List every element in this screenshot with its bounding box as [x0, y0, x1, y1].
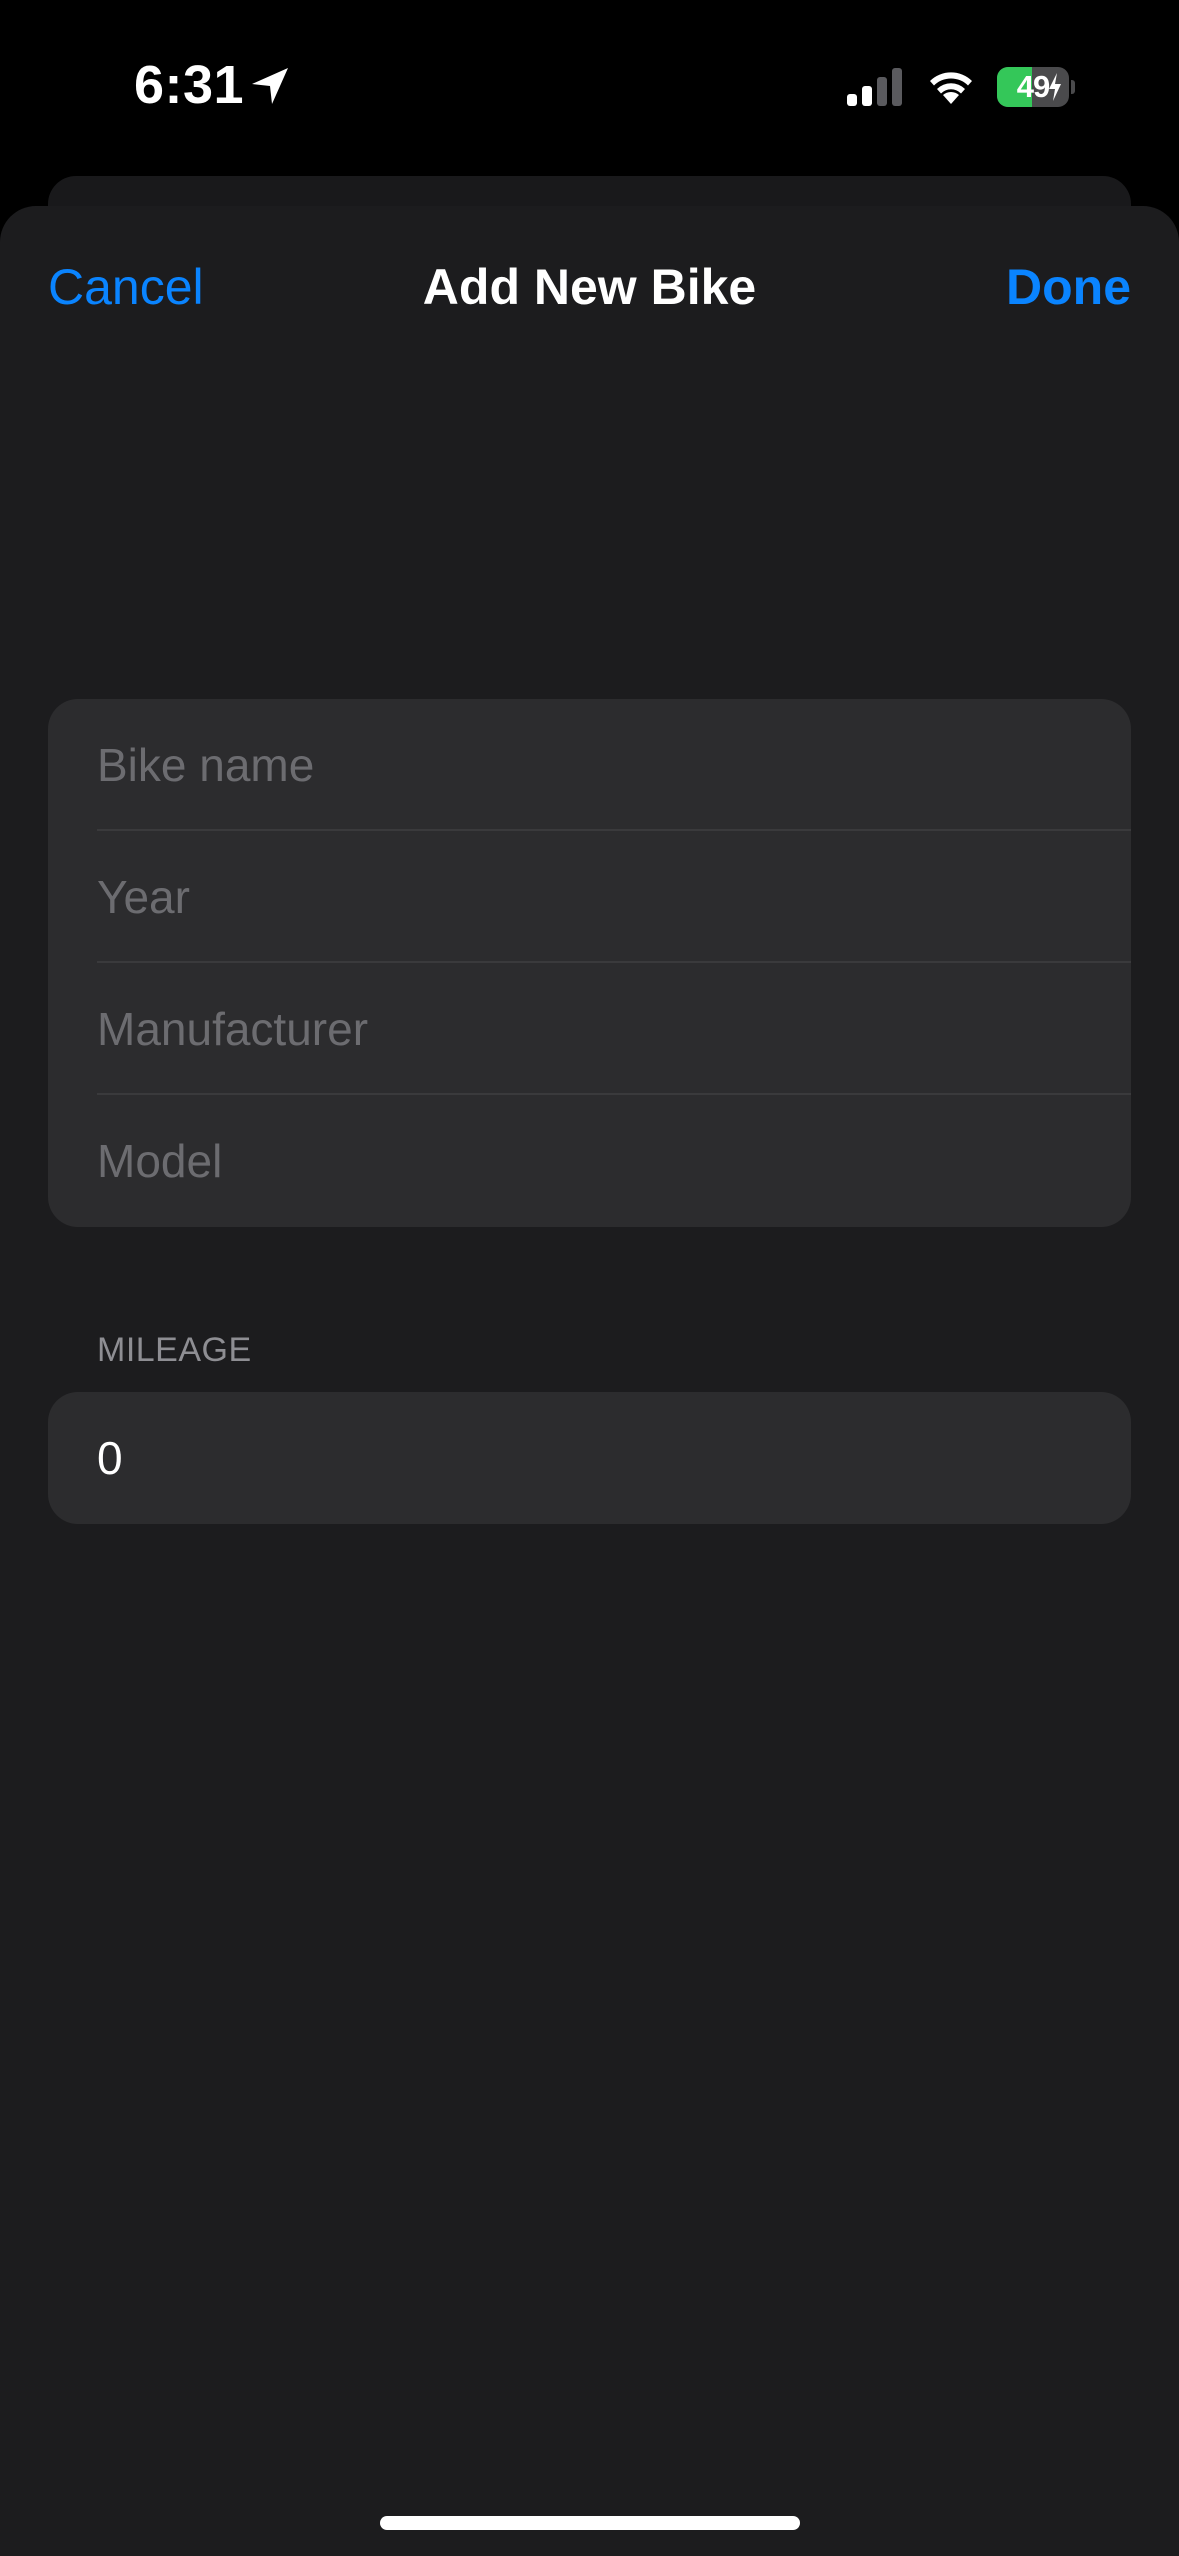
manufacturer-row: [48, 963, 1131, 1095]
location-arrow-icon: [252, 68, 288, 104]
year-field[interactable]: [97, 831, 1097, 963]
bike-details-form: [48, 699, 1131, 1227]
bike-name-field[interactable]: [97, 699, 1097, 831]
charging-bolt-icon: [1049, 73, 1061, 101]
done-button[interactable]: Done: [1006, 258, 1131, 316]
model-field[interactable]: [97, 1095, 1097, 1227]
battery-indicator: 49: [997, 67, 1075, 107]
model-row: [48, 1095, 1131, 1227]
wifi-icon: [930, 72, 972, 104]
cellular-signal-icon: [847, 68, 902, 106]
status-time: 6:31: [134, 55, 245, 115]
add-bike-sheet: [0, 206, 1179, 2556]
cancel-button[interactable]: Cancel: [48, 258, 204, 316]
year-row: [48, 831, 1131, 963]
battery-cap: [1071, 80, 1075, 94]
bike-name-row: [48, 699, 1131, 831]
status-bar: 6:31 49: [0, 0, 1179, 170]
home-indicator[interactable]: [380, 2516, 800, 2530]
mileage-section-header: MILEAGE: [97, 1331, 252, 1369]
mileage-field[interactable]: [97, 1392, 1097, 1524]
manufacturer-field[interactable]: [97, 963, 1097, 1095]
mileage-group: [48, 1392, 1131, 1524]
